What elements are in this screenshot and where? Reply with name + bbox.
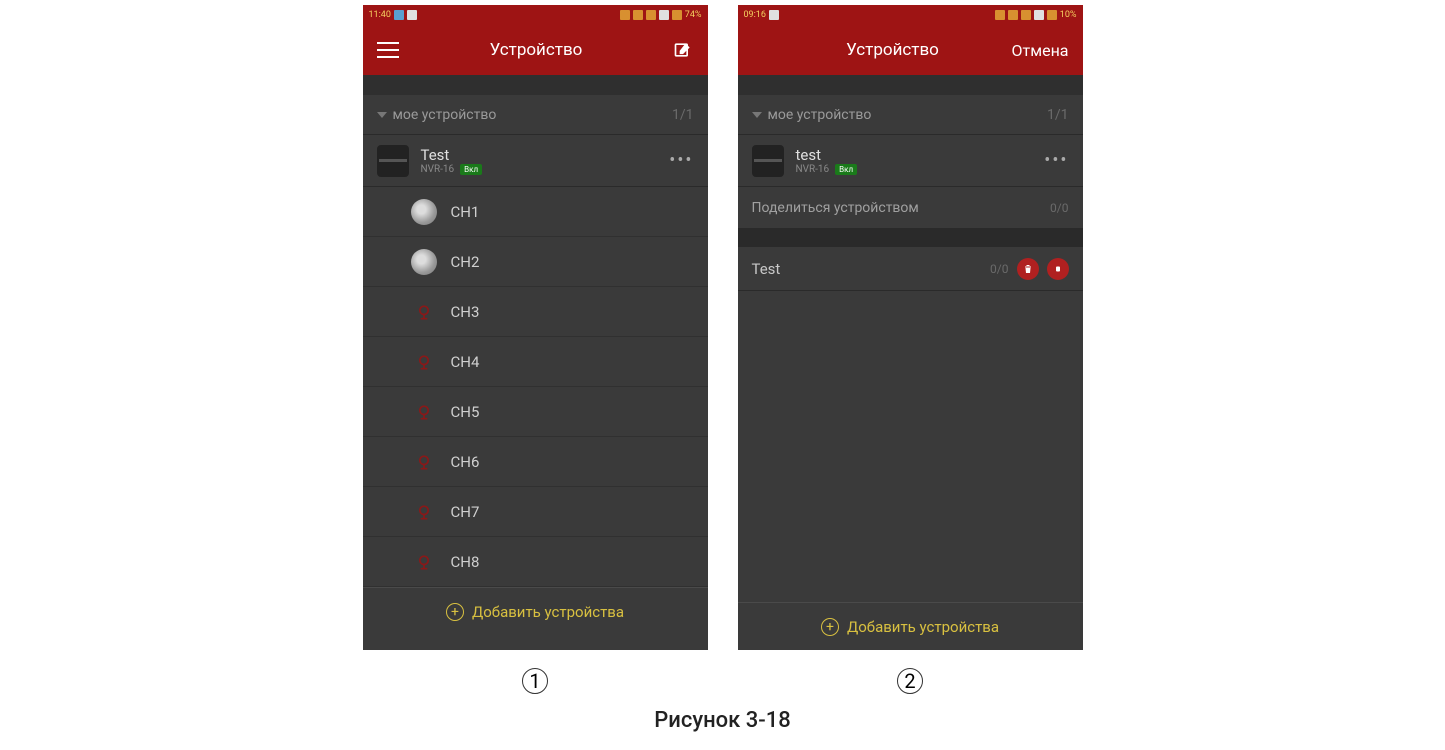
statusbar: 11:40 74% xyxy=(363,5,708,25)
figure-row: 11:40 74% Устройство мое уст xyxy=(363,5,1083,650)
device-name: Test xyxy=(421,146,658,164)
channel-row[interactable]: CH4 xyxy=(363,337,708,387)
channel-row[interactable]: CH1 xyxy=(363,187,708,237)
section-count: 1/1 xyxy=(672,107,694,123)
appbar: Устройство Отмена xyxy=(738,25,1083,75)
share-device-row[interactable]: Поделиться устройством 0/0 xyxy=(738,187,1083,229)
channel-label: CH1 xyxy=(451,203,480,221)
empty-area xyxy=(738,291,1083,602)
device-status-badge: Вкл xyxy=(460,164,482,175)
cancel-button[interactable]: Отмена xyxy=(1012,41,1069,60)
appbar-title: Устройство xyxy=(490,40,583,60)
channel-row[interactable]: CH2 xyxy=(363,237,708,287)
device-status-badge: Вкл xyxy=(835,164,857,175)
camera-offline-icon xyxy=(411,399,437,425)
menu-icon[interactable] xyxy=(377,42,399,58)
channel-label: CH3 xyxy=(451,303,480,321)
camera-offline-icon xyxy=(411,549,437,575)
channel-row[interactable]: CH3 xyxy=(363,287,708,337)
share-label: Поделиться устройством xyxy=(752,200,919,216)
edit-icon[interactable] xyxy=(673,40,693,60)
figure-caption: Рисунок 3-18 xyxy=(654,708,791,733)
camera-offline-icon xyxy=(411,349,437,375)
chevron-down-icon xyxy=(377,112,387,118)
edit-device-name: Test xyxy=(752,260,781,278)
statusbar: 09:16 10% xyxy=(738,5,1083,25)
chevron-down-icon xyxy=(752,112,762,118)
channel-label: CH2 xyxy=(451,253,480,271)
plus-icon: + xyxy=(446,603,464,621)
delete-button[interactable] xyxy=(1017,258,1039,280)
section-label: мое устройство xyxy=(393,107,497,123)
channel-label: CH4 xyxy=(451,353,480,371)
channel-label: CH6 xyxy=(451,453,480,471)
channel-label: CH8 xyxy=(451,553,480,571)
camera-live-icon xyxy=(411,199,437,225)
edit-device-row[interactable]: Test 0/0 xyxy=(738,247,1083,291)
channel-row[interactable]: CH6 xyxy=(363,437,708,487)
device-row[interactable]: test NVR-16 Вкл ••• xyxy=(738,135,1083,187)
device-model: NVR-16 xyxy=(796,164,830,175)
phone-screen-1: 11:40 74% Устройство мое уст xyxy=(363,5,708,650)
device-name: test xyxy=(796,146,1033,164)
device-model: NVR-16 xyxy=(421,164,455,175)
share-count: 0/0 xyxy=(1050,201,1068,215)
spacer xyxy=(363,75,708,95)
camera-offline-icon xyxy=(411,499,437,525)
device-row[interactable]: Test NVR-16 Вкл ••• xyxy=(363,135,708,187)
channel-row[interactable]: CH8 xyxy=(363,537,708,587)
stop-button[interactable] xyxy=(1047,258,1069,280)
more-icon[interactable]: ••• xyxy=(669,150,693,171)
divider xyxy=(738,229,1083,247)
appbar-title: Устройство xyxy=(846,40,939,60)
camera-offline-icon xyxy=(411,299,437,325)
marker-1: 1 xyxy=(363,668,708,694)
marker-2: 2 xyxy=(738,668,1083,694)
phone-screen-2: 09:16 10% Устройство Отмена мое устройст… xyxy=(738,5,1083,650)
section-count: 1/1 xyxy=(1047,107,1069,123)
spacer xyxy=(738,75,1083,95)
section-my-devices[interactable]: мое устройство 1/1 xyxy=(738,95,1083,135)
more-icon[interactable]: ••• xyxy=(1044,150,1068,171)
add-device-button[interactable]: + Добавить устройства xyxy=(363,587,708,635)
device-thumbnail xyxy=(377,145,409,177)
appbar: Устройство xyxy=(363,25,708,75)
channel-row[interactable]: CH7 xyxy=(363,487,708,537)
section-label: мое устройство xyxy=(768,107,872,123)
edit-device-count: 0/0 xyxy=(990,262,1008,276)
camera-offline-icon xyxy=(411,449,437,475)
channel-row[interactable]: CH5 xyxy=(363,387,708,437)
add-device-button[interactable]: + Добавить устройства xyxy=(738,602,1083,650)
camera-live-icon xyxy=(411,249,437,275)
device-thumbnail xyxy=(752,145,784,177)
caption-markers: 1 2 xyxy=(363,668,1083,694)
add-device-label: Добавить устройства xyxy=(847,618,999,636)
channel-label: CH7 xyxy=(451,503,480,521)
add-device-label: Добавить устройства xyxy=(472,603,624,621)
plus-icon: + xyxy=(821,618,839,636)
channel-label: CH5 xyxy=(451,403,480,421)
section-my-devices[interactable]: мое устройство 1/1 xyxy=(363,95,708,135)
